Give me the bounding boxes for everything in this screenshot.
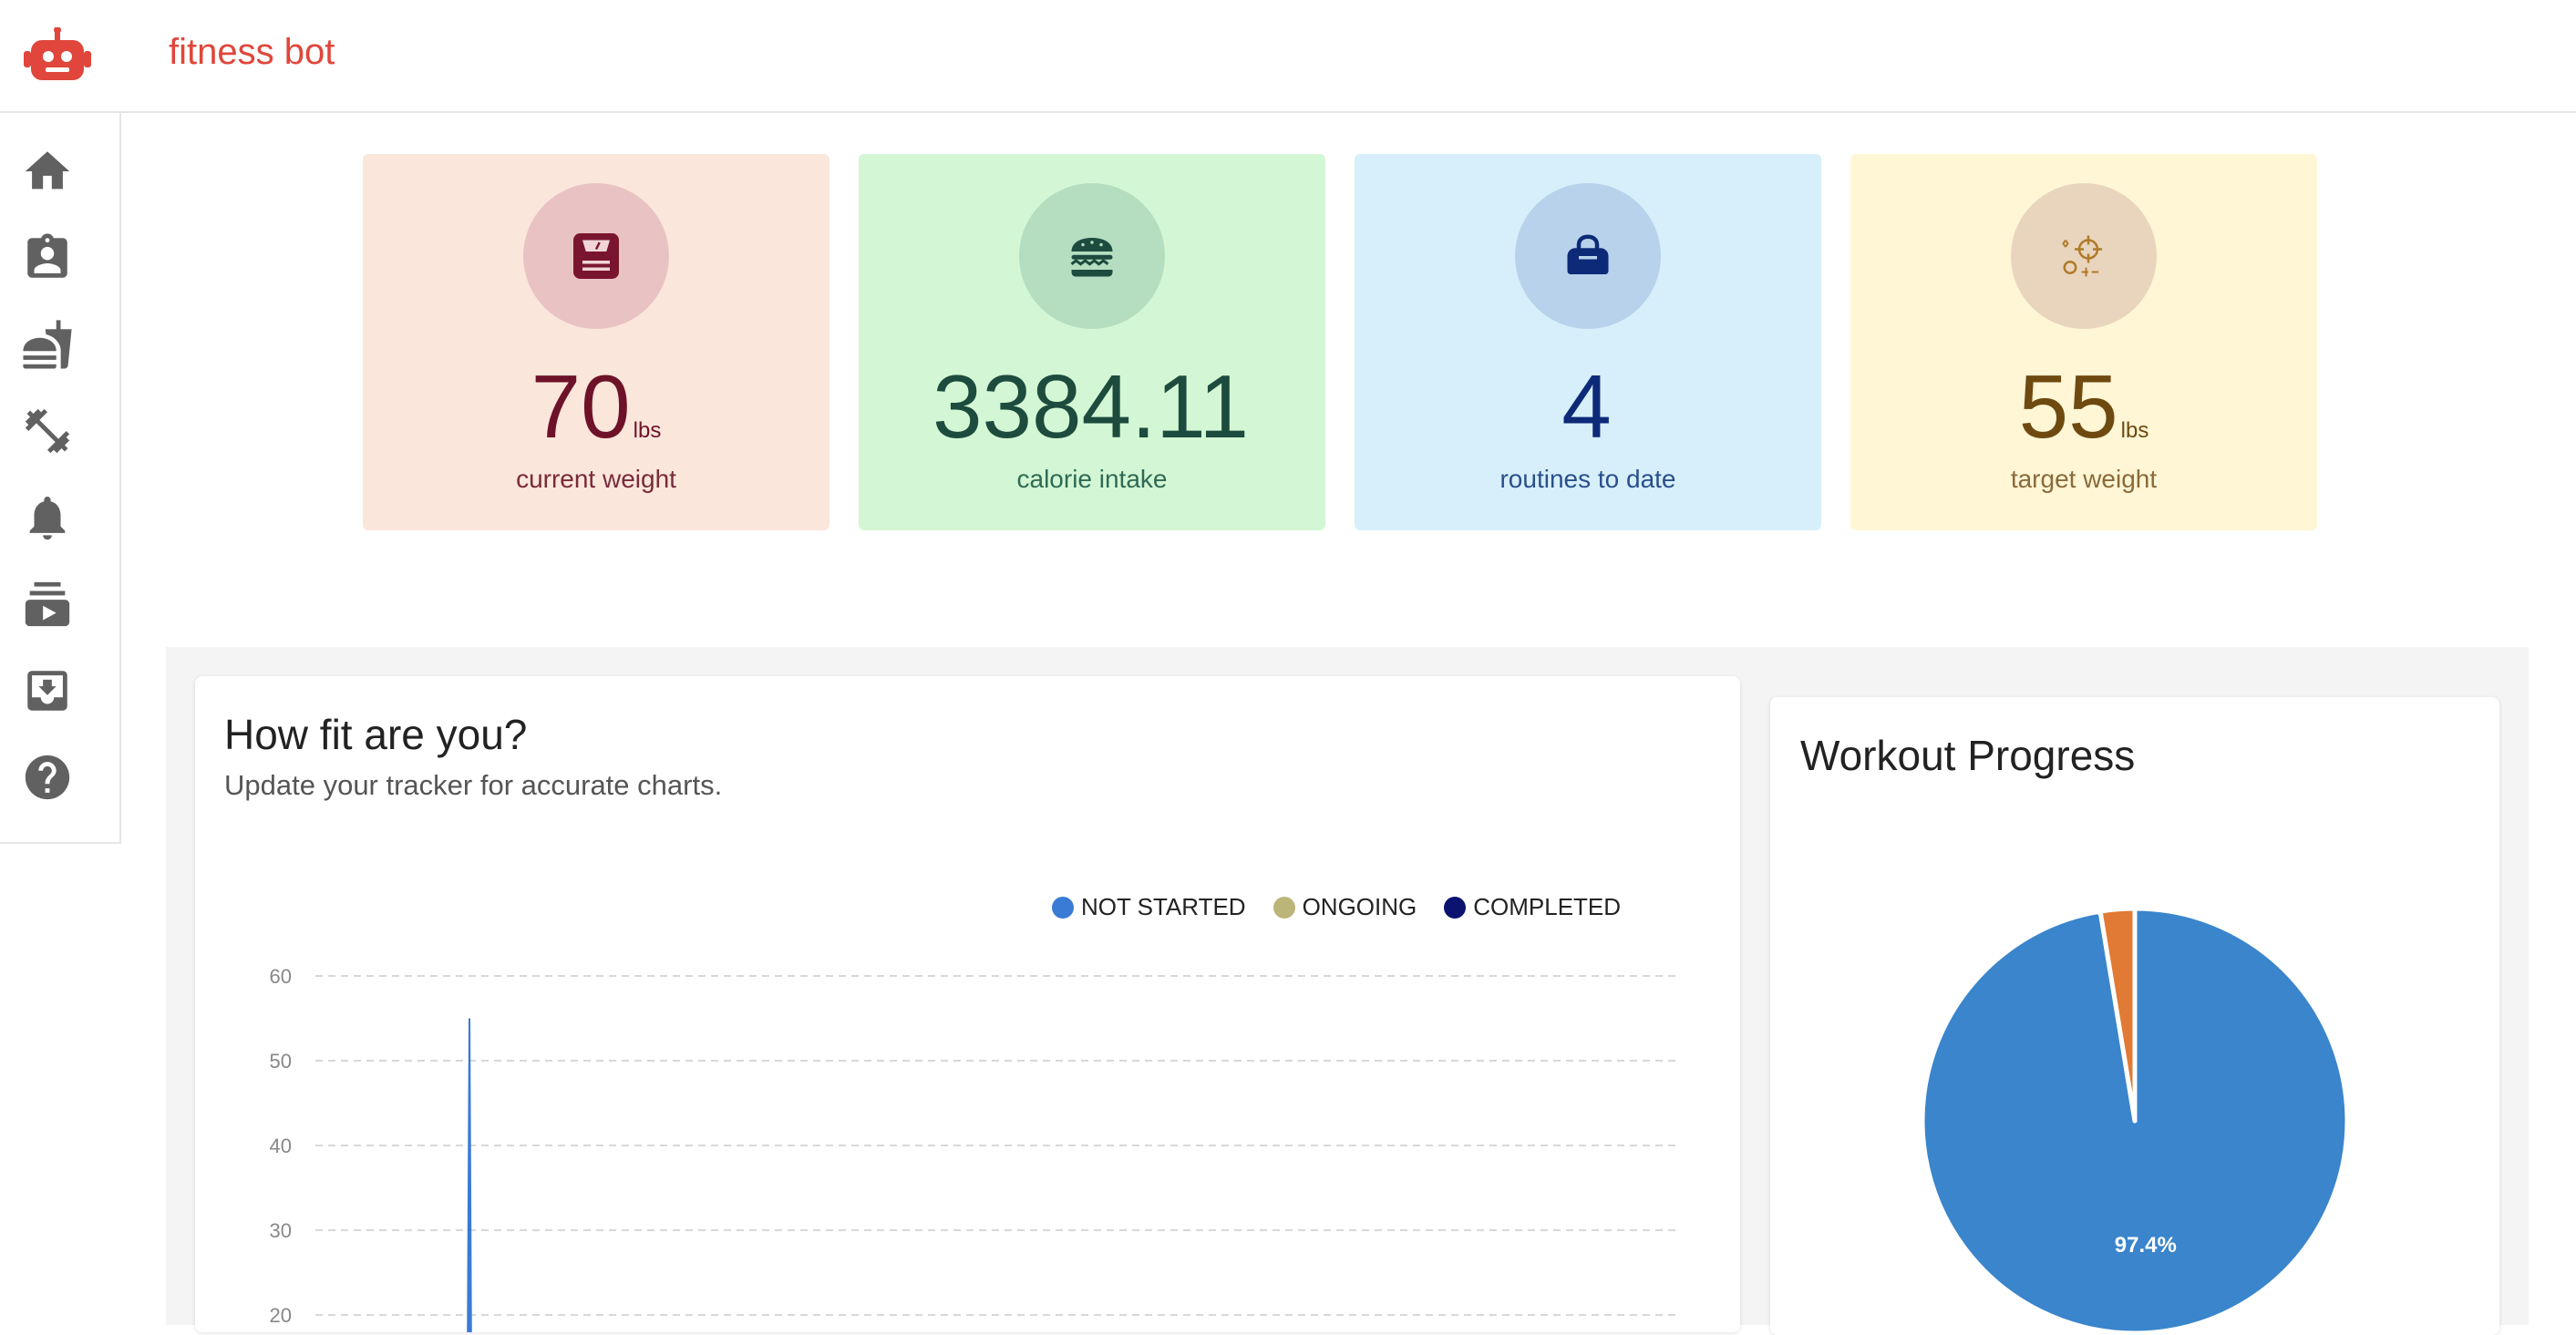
calorie-intake-label: calorie intake [1016,465,1168,493]
help-icon [25,755,70,800]
current-weight-value: 70 [531,356,631,457]
robot-icon[interactable] [24,27,91,84]
stat-icon-circle [1515,183,1661,329]
sidebar-item-workouts[interactable] [18,402,77,460]
pie-slice-label: 97.4% [2115,1233,2177,1258]
workout-progress-card: Workout Progress 97.4% [1770,697,2499,1335]
target-weight-label: target weight [2010,465,2158,493]
current-weight-label: current weight [516,465,676,493]
fitness-dumbbell-icon [25,408,70,454]
stat-icon-circle [2011,183,2157,329]
sidebar [0,113,121,844]
stat-card-current-weight: 70 lbs current weight [363,154,829,530]
gym-bag-icon [1567,234,1609,274]
target-weight-value: 55 [2018,356,2118,457]
target-weight-unit: lbs [2120,418,2149,443]
sidebar-item-food[interactable] [18,315,77,374]
sidebar-item-help[interactable] [18,748,77,806]
sidebar-item-downloads[interactable] [18,662,77,720]
routines-label: routines to date [1499,465,1676,493]
subscriptions-video-icon [25,581,70,627]
y-tick-label: 40 [270,1135,292,1157]
fastfood-icon [23,320,72,369]
stat-card-calorie-intake: 3384.11 calorie intake [859,154,1325,530]
download-inbox-icon [27,671,67,711]
app-title[interactable]: fitness bot [169,27,335,77]
bell-icon [29,497,66,540]
sidebar-item-videos[interactable] [18,575,77,633]
y-tick-label: 30 [270,1219,292,1242]
series-line-not-started [467,1018,472,1332]
sidebar-item-profile[interactable] [18,229,77,287]
y-tick-label: 20 [270,1304,292,1327]
target-scale-icon [2062,235,2102,277]
weight-scale-icon [573,233,619,279]
burger-icon [1070,238,1113,277]
routines-value: 4 [1561,356,1612,457]
profile-badge-icon [27,233,67,278]
fitness-line-chart: 60 50 40 30 20 [270,965,1681,1332]
y-tick-label: 60 [270,965,292,988]
y-tick-label: 50 [270,1050,292,1073]
stat-icon-circle [1019,183,1165,329]
top-bar: fitness bot [0,0,2576,113]
home-icon [25,151,70,190]
stat-card-routines: 4 routines to date [1355,154,1821,530]
fitness-chart-card: How fit are you? Update your tracker for… [195,676,1740,1332]
calorie-intake-value: 3384.11 [933,356,1249,457]
workout-pie-chart: 97.4% [1920,906,2350,1335]
sidebar-item-notifications[interactable] [18,488,77,547]
sidebar-item-home[interactable] [18,142,77,200]
current-weight-unit: lbs [633,418,662,443]
stat-icon-circle [523,183,669,329]
stat-card-target-weight: 55 lbs target weight [1850,154,2317,530]
